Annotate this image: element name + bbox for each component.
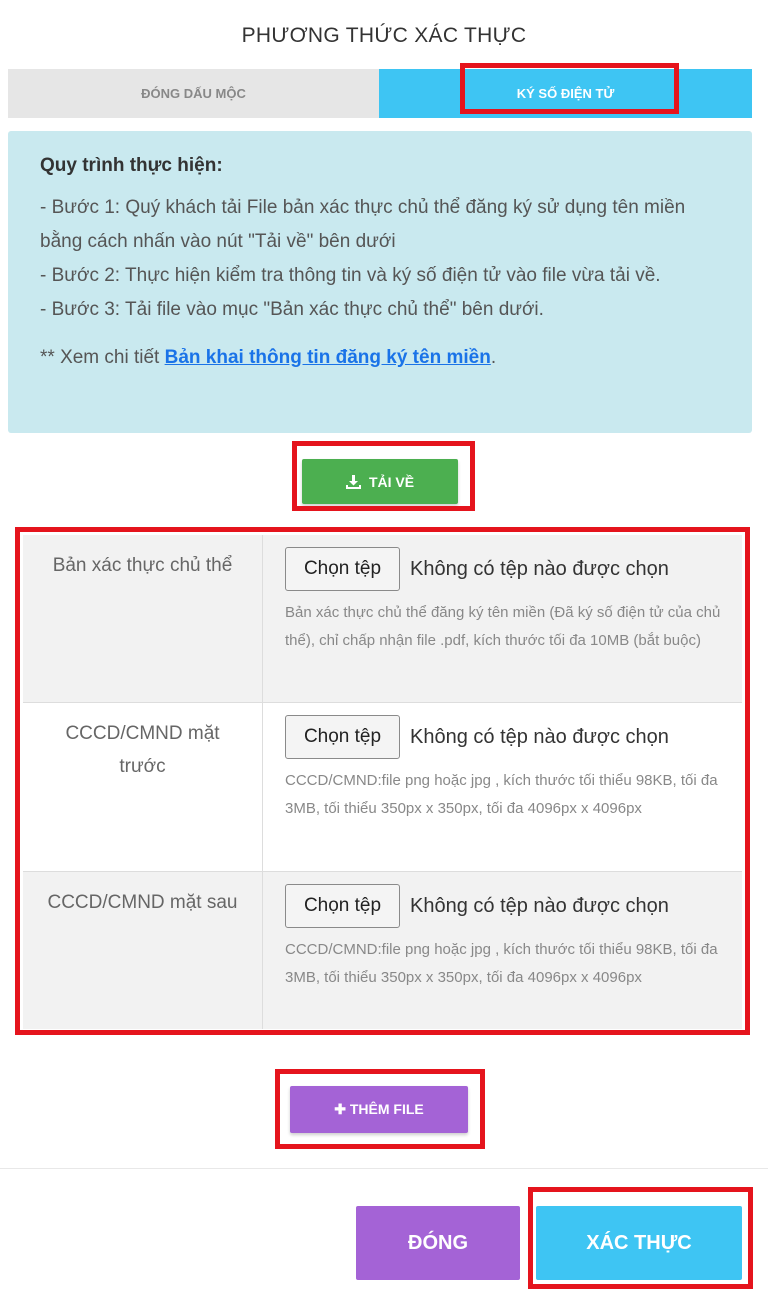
file-row-id-back: CCCD/CMND mặt sau Chọn tệp Không có tệp … [23, 872, 742, 1029]
instruction-step-1: - Bước 1: Quý khách tải File bản xác thự… [40, 197, 686, 252]
instructions-heading: Quy trình thực hiện: [40, 155, 223, 176]
file-input-id-back: Chọn tệp Không có tệp nào được chọn CCCD… [263, 872, 742, 1029]
registration-form-link[interactable]: Bản khai thông tin đăng ký tên miền [165, 347, 491, 368]
download-button-label: TẢI VỀ [368, 473, 415, 490]
close-button[interactable]: ĐÓNG [356, 1206, 520, 1280]
file-row-label: CCCD/CMND mặt sau [23, 872, 263, 1029]
file-input-id-front: Chọn tệp Không có tệp nào được chọn CCCD… [263, 703, 742, 871]
see-more-suffix: . [490, 347, 497, 368]
tab-digital-sign[interactable]: KÝ SỐ ĐIỆN TỬ [379, 69, 752, 118]
file-hint: CCCD/CMND:file png hoặc jpg , kích thước… [285, 772, 718, 817]
method-tabs: ĐÓNG DẤU MỘC KÝ SỐ ĐIỆN TỬ [8, 69, 752, 118]
file-status: Không có tệp nào được chọn [410, 725, 669, 748]
modal-title: PHƯƠNG THỨC XÁC THỰC [241, 24, 527, 47]
see-more-prefix: ** Xem chi tiết [40, 347, 165, 368]
choose-file-button[interactable]: Chọn tệp [285, 547, 400, 591]
file-hint: Bản xác thực chủ thể đăng ký tên miền (Đ… [285, 604, 721, 649]
file-row-id-front: CCCD/CMND mặt trước Chọn tệp Không có tệ… [23, 702, 742, 872]
file-status: Không có tệp nào được chọn [410, 557, 669, 580]
add-file-label: THÊM FILE [349, 1101, 424, 1117]
file-hint: CCCD/CMND:file png hoặc jpg , kích thước… [285, 941, 718, 986]
file-status: Không có tệp nào được chọn [410, 894, 669, 917]
plus-icon: ✚ [334, 1101, 346, 1117]
choose-file-button[interactable]: Chọn tệp [285, 715, 400, 759]
file-row-verification: Bản xác thực chủ thể Chọn tệp Không có t… [23, 535, 742, 702]
instruction-step-2: - Bước 2: Thực hiện kiểm tra thông tin v… [40, 265, 661, 286]
file-row-label: CCCD/CMND mặt trước [23, 703, 263, 871]
download-icon [345, 474, 361, 489]
footer-divider [0, 1168, 768, 1169]
file-upload-table: Bản xác thực chủ thể Chọn tệp Không có t… [23, 535, 742, 1029]
choose-file-button[interactable]: Chọn tệp [285, 884, 400, 928]
file-row-label: Bản xác thực chủ thể [23, 535, 263, 702]
add-file-button[interactable]: ✚ THÊM FILE [290, 1086, 468, 1133]
tab-stamp[interactable]: ĐÓNG DẤU MỘC [8, 69, 379, 118]
see-more-line: ** Xem chi tiết Bản khai thông tin đăng … [40, 341, 720, 375]
file-input-verification: Chọn tệp Không có tệp nào được chọn Bản … [263, 535, 742, 702]
instructions-panel: Quy trình thực hiện: - Bước 1: Quý khách… [8, 131, 752, 433]
verify-button[interactable]: XÁC THỰC [536, 1206, 742, 1280]
instruction-step-3: - Bước 3: Tải file vào mục "Bản xác thực… [40, 299, 544, 320]
download-button[interactable]: TẢI VỀ [302, 459, 458, 504]
